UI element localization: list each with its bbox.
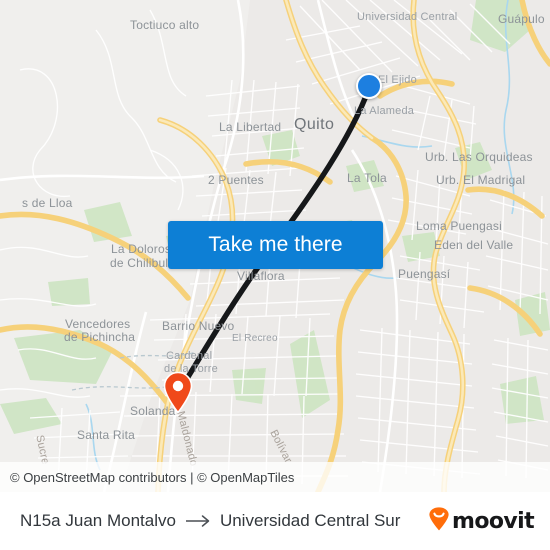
- arrow-right-icon: [185, 514, 211, 528]
- route-origin-label: N15a Juan Montalvo: [20, 511, 176, 530]
- take-me-there-label: Take me there: [208, 233, 343, 256]
- map-attribution-text[interactable]: © OpenStreetMap contributors | © OpenMap…: [10, 470, 294, 485]
- app-root: Toctiuco alto Universidad Central Guápulo L…: [0, 0, 550, 550]
- moovit-brand: moovit: [428, 506, 535, 536]
- moovit-pin-icon: [428, 506, 450, 536]
- take-me-there-button[interactable]: Take me there: [168, 221, 383, 269]
- map-canvas[interactable]: Toctiuco alto Universidad Central Guápulo L…: [0, 0, 550, 492]
- route-destination-label: Universidad Central Sur: [219, 511, 401, 530]
- footer-bar: N15a Juan Montalvo Universidad Central S…: [0, 492, 550, 550]
- route-summary: N15a Juan Montalvo Universidad Central S…: [20, 511, 428, 531]
- pin-icon: [163, 371, 193, 414]
- moovit-wordmark: moovit: [452, 508, 535, 534]
- origin-dot-marker[interactable]: [356, 73, 382, 99]
- destination-pin-marker[interactable]: [163, 371, 193, 414]
- map-attribution-bar: © OpenStreetMap contributors | © OpenMap…: [0, 462, 550, 492]
